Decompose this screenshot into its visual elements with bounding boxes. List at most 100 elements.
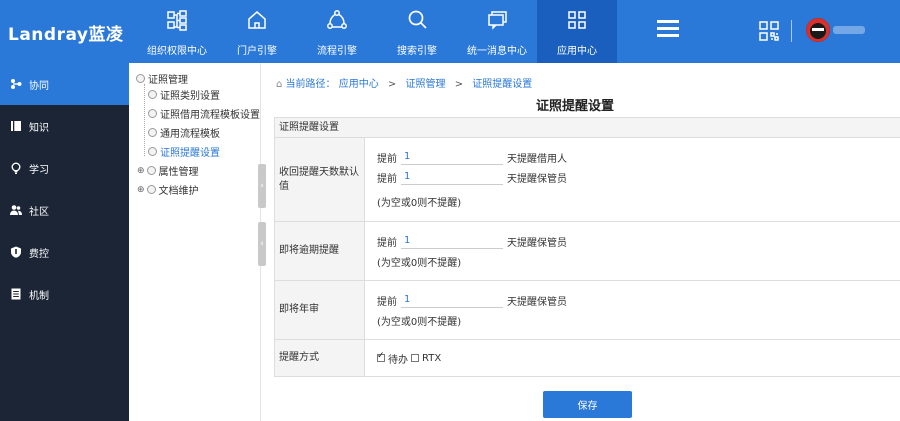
nav-item-app-center[interactable]: 应用中心 — [537, 0, 617, 63]
top-navigation-bar: Landray蓝凌 组织权限中心 门户引擎 流程引擎 搜索引擎 统一消息中心 应… — [0, 0, 900, 63]
nav-label: 门户引擎 — [237, 46, 277, 57]
tree-node-root[interactable]: 证照管理 — [136, 71, 188, 86]
username-blurred[interactable] — [833, 26, 865, 34]
nav-label: 流程引擎 — [317, 46, 357, 57]
days-keeper-input[interactable] — [401, 292, 503, 308]
tree-connector — [144, 84, 145, 156]
nav-label: 搜索引擎 — [397, 46, 437, 57]
expand-plus-icon[interactable]: ⊕ — [137, 185, 145, 195]
row-label: 即将年审 — [275, 281, 365, 339]
prefix-text: 提前 — [377, 296, 397, 308]
nav-item-org-permission[interactable]: 组织权限中心 — [137, 0, 217, 63]
days-keeper-input[interactable] — [401, 169, 503, 185]
days-borrower-input[interactable] — [401, 149, 503, 165]
tree-panel: 证照管理 证照类别设置 证照借用流程模板设置 通用流程模板 证照提醒设置 ⊕ 属… — [129, 63, 261, 421]
collaboration-icon — [10, 78, 22, 90]
qr-code-icon[interactable] — [758, 20, 780, 45]
leaf-node-icon — [148, 147, 157, 156]
sidebar-item-community[interactable]: 社区 — [0, 189, 129, 231]
form-row-return-reminder: 收回提醒天数默认值 提前 天提醒借用人 提前 天提醒保管员 (为空或0则不提醒) — [274, 138, 900, 222]
checkbox-label: 待办 — [388, 354, 408, 366]
tree-label: 证照提醒设置 — [160, 148, 220, 159]
org-chart-icon — [137, 9, 217, 31]
tree-node-sibling[interactable]: ⊕ 文档维护 — [137, 182, 199, 198]
suffix-text: 天提醒保管员 — [507, 296, 567, 308]
brand-logo[interactable]: Landray蓝凌 — [8, 20, 124, 45]
shield-icon — [10, 246, 22, 258]
left-sidebar: 协同 知识 学习 社区 费控 机制 — [0, 63, 129, 421]
reminder-settings-form: 证照提醒设置 收回提醒天数默认值 提前 天提醒借用人 提前 天提醒保管员 (为空… — [274, 117, 900, 377]
nav-label: 组织权限中心 — [147, 46, 207, 57]
days-keeper-input[interactable] — [401, 233, 503, 249]
row-label: 提醒方式 — [275, 340, 365, 376]
tree-node-selected[interactable]: 证照提醒设置 — [148, 144, 220, 159]
top-nav: 组织权限中心 门户引擎 流程引擎 搜索引擎 统一消息中心 应用中心 — [137, 0, 617, 63]
tree-label: 文档维护 — [158, 186, 199, 197]
people-icon — [10, 204, 22, 216]
folder-node-icon — [146, 185, 156, 194]
form-section-title: 证照提醒设置 — [274, 118, 900, 138]
row-label: 即将逾期提醒 — [275, 222, 365, 280]
breadcrumb-item[interactable]: 应用中心 — [339, 79, 379, 90]
tree-label: 通用流程模板 — [160, 129, 220, 140]
nav-item-message-center[interactable]: 统一消息中心 — [457, 0, 537, 63]
sidebar-item-label: 机制 — [29, 290, 49, 302]
tree-node-child[interactable]: 证照借用流程模板设置 — [148, 106, 260, 121]
save-button[interactable]: 保存 — [543, 391, 632, 418]
search-icon — [377, 9, 457, 31]
checkbox-label: RTX — [422, 352, 442, 364]
home-icon — [217, 9, 297, 31]
reminder-line: 提前 天提醒保管员 — [377, 231, 900, 251]
suffix-text: 天提醒借用人 — [507, 153, 567, 165]
collapse-sidebar-handle[interactable]: ‹ — [258, 222, 266, 266]
sidebar-item-expense-control[interactable]: 费控 — [0, 231, 129, 273]
nav-item-search-engine[interactable]: 搜索引擎 — [377, 0, 457, 63]
leaf-node-icon — [148, 109, 157, 118]
hint-text: (为空或0则不提醒) — [377, 316, 462, 328]
form-row-annual-review: 即将年审 提前 天提醒保管员 (为空或0则不提醒) — [274, 281, 900, 340]
leaf-node-icon — [148, 128, 157, 137]
header-divider — [791, 20, 792, 42]
sidebar-item-label: 社区 — [29, 206, 49, 218]
tree-node-child[interactable]: 证照类别设置 — [148, 87, 220, 102]
breadcrumb-item[interactable]: 证照管理 — [406, 79, 446, 90]
suffix-text: 天提醒保管员 — [507, 237, 567, 249]
chevron-left-icon: ‹ — [260, 239, 264, 249]
menu-icon[interactable] — [657, 20, 679, 42]
grid-icon — [537, 9, 617, 31]
sidebar-item-knowledge[interactable]: 知识 — [0, 105, 129, 147]
folder-node-icon — [146, 166, 156, 175]
tree-label: 属性管理 — [158, 167, 199, 178]
breadcrumb-prefix: 当前路径： — [285, 79, 336, 90]
sidebar-item-mechanism[interactable]: 机制 — [0, 273, 129, 315]
tree-label: 证照类别设置 — [160, 91, 220, 102]
sidebar-item-label: 费控 — [29, 248, 49, 260]
breadcrumb-item[interactable]: 证照提醒设置 — [472, 79, 532, 90]
tree-node-child[interactable]: 通用流程模板 — [148, 125, 220, 140]
nav-label: 统一消息中心 — [467, 46, 527, 57]
nav-item-portal-engine[interactable]: 门户引擎 — [217, 0, 297, 63]
sidebar-item-learning[interactable]: 学习 — [0, 147, 129, 189]
chevron-right-icon: › — [260, 181, 264, 191]
message-icon — [457, 9, 537, 31]
nav-label: 应用中心 — [557, 46, 597, 57]
avatar[interactable] — [806, 18, 830, 42]
expand-plus-icon[interactable]: ⊕ — [137, 166, 145, 176]
collapse-panel-handle[interactable]: › — [258, 164, 266, 208]
todo-checkbox[interactable] — [377, 351, 385, 362]
sidebar-item-collaboration[interactable]: 协同 — [0, 63, 129, 105]
page-title: 证照提醒设置 — [536, 99, 615, 114]
folder-node-icon — [136, 74, 145, 83]
book-icon — [10, 120, 22, 132]
row-label: 收回提醒天数默认值 — [275, 138, 365, 221]
reminder-line: 提前 天提醒保管员 — [377, 290, 900, 310]
sidebar-item-label: 学习 — [29, 164, 49, 176]
nav-item-workflow-engine[interactable]: 流程引擎 — [297, 0, 377, 63]
prefix-text: 提前 — [377, 173, 397, 185]
prefix-text: 提前 — [377, 153, 397, 165]
rtx-checkbox[interactable] — [411, 354, 419, 362]
reminder-line: 提前 天提醒借用人 — [377, 147, 900, 167]
hint-text: (为空或0则不提醒) — [377, 197, 462, 209]
tree-label: 证照借用流程模板设置 — [160, 110, 260, 121]
tree-node-sibling[interactable]: ⊕ 属性管理 — [137, 163, 199, 179]
